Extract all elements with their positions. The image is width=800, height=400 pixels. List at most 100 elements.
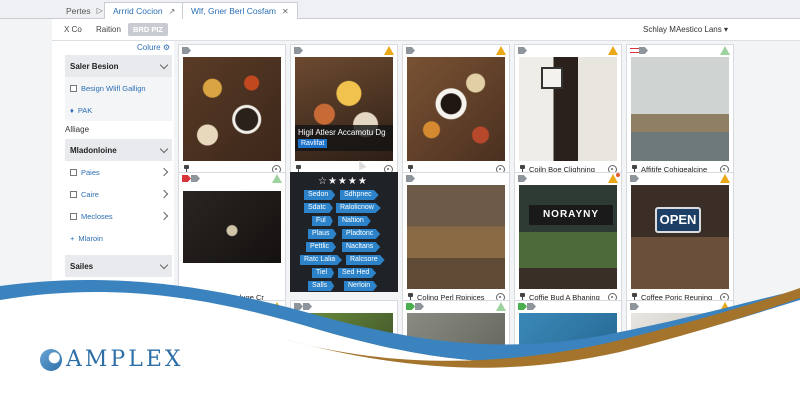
- tag-pill[interactable]: Sdhpnec: [340, 190, 379, 200]
- check-icon: [720, 46, 730, 55]
- photo: [631, 57, 729, 161]
- photo: OPEN: [631, 185, 729, 289]
- status-pill: BRD PIZ: [128, 23, 168, 36]
- tag-pill[interactable]: Sedon: [304, 190, 336, 200]
- sidebar-item-label: PAK: [77, 105, 93, 115]
- rating-stars[interactable]: ☆★★★★: [318, 176, 368, 187]
- checkbox[interactable]: [70, 212, 77, 220]
- tag-icon[interactable]: [191, 175, 200, 182]
- brand-logo[interactable]: AMPLEX: [40, 347, 184, 372]
- tag-pill[interactable]: Ratc Lalia: [300, 255, 343, 265]
- panel-saler-besion: Saler Besion Besign Wlifl Gallign ♦ PAK: [65, 55, 172, 121]
- tag-icon[interactable]: [518, 47, 527, 54]
- notification-dot: [616, 173, 620, 177]
- panel-header[interactable]: Saler Besion: [65, 55, 172, 77]
- chevron-down-icon: [159, 144, 169, 153]
- chevron-right-icon: [159, 211, 169, 221]
- sidebar-item-label: Besign Wlifl Gallign: [81, 83, 146, 93]
- tag-icon[interactable]: [406, 47, 415, 54]
- tag-icon[interactable]: [639, 47, 648, 54]
- logo-mark-icon: [40, 348, 62, 371]
- panel-header[interactable]: Sailes: [65, 255, 172, 277]
- sort-label: Schlay MAestico Lans: [643, 25, 722, 34]
- photo: [183, 57, 281, 161]
- brand-name: AMPLEX: [66, 347, 184, 372]
- warning-icon: [496, 46, 506, 55]
- close-icon[interactable]: ✕: [282, 7, 289, 16]
- media-card[interactable]: [178, 44, 286, 178]
- diamond-icon: ♦: [70, 105, 74, 115]
- panel-title: Mladonloine: [70, 145, 117, 155]
- sidebar-item[interactable]: Besign Wlifl Gallign: [65, 77, 172, 99]
- tag-icon[interactable]: [182, 47, 191, 54]
- open-sign: OPEN: [655, 207, 701, 233]
- chevron-down-icon: [159, 60, 169, 69]
- tag-pill[interactable]: Sed Hed: [338, 268, 377, 278]
- checkbox[interactable]: [70, 84, 77, 92]
- sidebar-item[interactable]: ♦ PAK: [65, 99, 172, 121]
- chevron-right-icon: [159, 189, 169, 199]
- photo: [407, 57, 505, 161]
- sidebar-item[interactable]: Paies: [65, 161, 172, 183]
- pin-red-icon[interactable]: [182, 175, 191, 182]
- undo-button[interactable]: X Co: [64, 25, 82, 34]
- ration-button[interactable]: Raition: [96, 25, 121, 34]
- chevron-right-icon: [159, 167, 169, 177]
- tag-pill[interactable]: Ralolicnow: [336, 203, 381, 213]
- sidebar-item[interactable]: + Mlaroin: [65, 227, 172, 249]
- checkbox[interactable]: [70, 168, 77, 176]
- sidebar-item-label: Caire: [81, 189, 99, 199]
- panel-title: Sailes: [70, 261, 94, 271]
- media-card[interactable]: [402, 44, 510, 178]
- overlay-tag[interactable]: Ravlifat: [298, 139, 328, 148]
- section-label: Alliage: [65, 125, 90, 134]
- tab-wlf-gner[interactable]: Wlf, Gner Berl Cosfam ✕: [182, 2, 298, 19]
- tag-pill[interactable]: Plaus: [308, 229, 337, 239]
- tag-icon[interactable]: [406, 175, 415, 182]
- chevron-down-icon: ▾: [723, 25, 728, 34]
- sidebar-item[interactable]: Caire: [65, 183, 172, 205]
- shop-sign: NORAYNY: [529, 205, 613, 225]
- tag-icon[interactable]: [518, 175, 527, 182]
- toolbar: X Co Raition BRD PIZ Schlay MAestico Lan…: [52, 19, 800, 41]
- chevron-down-icon: [159, 260, 169, 269]
- media-card[interactable]: Affitife Cohigealcine: [626, 44, 734, 178]
- sidebar-top-link[interactable]: Colure ⚙: [137, 43, 170, 52]
- tag-icon[interactable]: [294, 47, 303, 54]
- sidebar-top-label: Colure: [137, 43, 161, 52]
- tag-pill[interactable]: Sdatc: [304, 203, 333, 213]
- settings-icon: ⚙: [162, 43, 170, 52]
- tab-strip: Pertes ▷ Arrrid Cocion ↗ Wlf, Gner Berl …: [0, 0, 800, 19]
- check-icon: [272, 174, 282, 183]
- sidebar-item[interactable]: Mecloses: [65, 205, 172, 227]
- media-card[interactable]: Higil Atlesr Accamotu Dg Ravlifat: [290, 44, 398, 178]
- photo: [183, 191, 281, 263]
- tag-pill[interactable]: Ful: [312, 216, 333, 226]
- tag-pill[interactable]: Ralcsore: [346, 255, 385, 265]
- tag-icon[interactable]: [630, 175, 639, 182]
- red-flag-icon[interactable]: [630, 48, 639, 53]
- panel-title: Saler Besion: [70, 61, 119, 71]
- tag-pill[interactable]: Naltion: [338, 216, 371, 226]
- overlay-title: Higil Atlesr Accamotu Dg: [298, 128, 386, 137]
- panel-header[interactable]: Mladonloine: [65, 139, 172, 161]
- wall-sign: [541, 67, 563, 89]
- tab-label: Arrrid Cocion: [113, 6, 163, 16]
- media-card[interactable]: Coiln Boe Clighning: [514, 44, 622, 178]
- sort-dropdown[interactable]: Schlay MAestico Lans ▾: [643, 25, 728, 34]
- forward-icon: ▷: [96, 6, 103, 15]
- panel-mladonloine: Mladonloine Paies Caire Mecloses + Mlaro…: [65, 139, 172, 249]
- tag-pill[interactable]: Pladtonc: [342, 229, 381, 239]
- photo: Higil Atlesr Accamotu Dg Ravlifat: [295, 57, 393, 161]
- tag-editor-card[interactable]: ☆★★★★ Sedon Sdhpnec Sdatc Ralolicnow Ful…: [290, 172, 398, 292]
- tag-pill[interactable]: Nacltans: [342, 242, 381, 252]
- tab-pertes[interactable]: Pertes ▷: [58, 2, 111, 19]
- checkbox[interactable]: [70, 190, 77, 198]
- warning-icon: [608, 46, 618, 55]
- warning-icon: [384, 46, 394, 55]
- tag-pill[interactable]: Pettlic: [306, 242, 337, 252]
- forward-icon: ↗: [168, 6, 176, 16]
- tag-pill[interactable]: Tiel: [312, 268, 335, 278]
- tab-arrrid-cocion[interactable]: Arrrid Cocion ↗: [104, 2, 185, 19]
- tab-label: Wlf, Gner Berl Cosfam: [191, 6, 277, 16]
